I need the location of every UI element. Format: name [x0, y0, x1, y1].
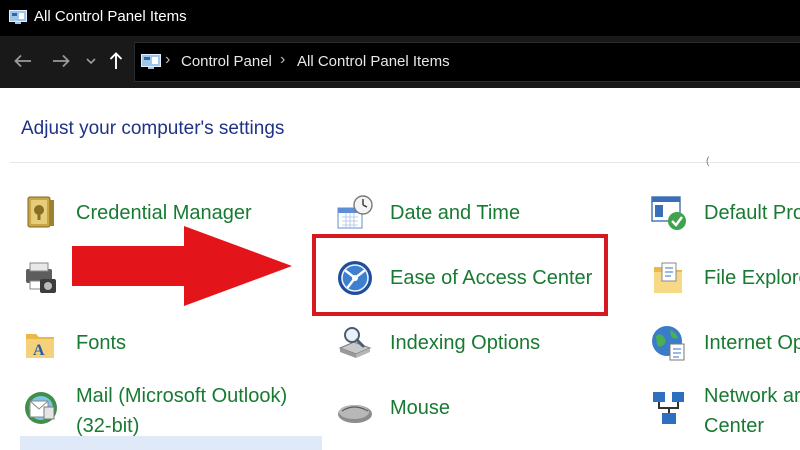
- back-button[interactable]: [10, 46, 36, 76]
- back-arrow-icon: [14, 54, 31, 68]
- breadcrumb-separator[interactable]: ›: [165, 51, 170, 69]
- item-file-explorer-options[interactable]: File Explore: [650, 255, 800, 299]
- mail-icon: [25, 392, 57, 424]
- item-label: Credential Manager: [76, 202, 252, 224]
- highlight-box: [312, 234, 608, 316]
- item-label: Default Pro: [704, 202, 800, 224]
- item-label: Network ar Center: [704, 381, 800, 441]
- forward-arrow-icon: [53, 54, 70, 68]
- item-mail[interactable]: Mail (Microsoft Outlook) (32-bit): [22, 385, 312, 437]
- recent-locations-button[interactable]: [82, 46, 100, 76]
- page-heading: Adjust your computer's settings: [21, 118, 285, 139]
- divider: [10, 162, 800, 163]
- item-mouse[interactable]: Mouse: [336, 385, 576, 429]
- file-explorer-options-icon: [654, 262, 682, 293]
- item-indexing-options[interactable]: Indexing Options: [336, 320, 576, 364]
- internet-options-icon: [652, 326, 685, 361]
- chevron-down-icon: [86, 58, 96, 65]
- item-label: File Explore: [704, 267, 800, 289]
- window-title: All Control Panel Items: [34, 8, 187, 25]
- scroll-hint-mark: (: [706, 156, 710, 167]
- item-label: Internet Op: [704, 332, 800, 354]
- devices-printers-icon: [26, 262, 56, 293]
- item-date-and-time[interactable]: Date and Time: [336, 190, 576, 234]
- breadcrumb-control-panel[interactable]: Control Panel: [181, 53, 272, 70]
- network-sharing-icon: [653, 392, 684, 424]
- control-panel-icon: [9, 10, 27, 24]
- up-arrow-icon: [109, 52, 123, 69]
- address-bar[interactable]: › Control Panel › All Control Panel Item…: [134, 42, 800, 82]
- item-network-and-sharing-center[interactable]: Network ar Center: [650, 385, 800, 437]
- forward-button[interactable]: [48, 46, 74, 76]
- title-bar: All Control Panel Items: [0, 0, 800, 36]
- default-programs-icon: [651, 196, 686, 230]
- mouse-icon: [338, 405, 372, 423]
- breadcrumb-separator[interactable]: ›: [280, 51, 285, 69]
- item-label: Indexing Options: [390, 332, 541, 354]
- item-label: Date and Time: [390, 202, 521, 224]
- fonts-folder-icon: A: [26, 334, 54, 359]
- date-time-icon: [337, 195, 373, 229]
- item-label-line-2: Center: [704, 415, 765, 437]
- breadcrumb-all-items[interactable]: All Control Panel Items: [297, 53, 450, 70]
- credential-manager-icon: [27, 196, 54, 228]
- item-label-line-1: Mail (Microsoft Outlook): [76, 385, 288, 407]
- control-panel-icon: [141, 54, 161, 69]
- item-default-programs[interactable]: Default Pro: [650, 190, 800, 234]
- item-label: Mail (Microsoft Outlook) (32-bit): [76, 381, 287, 441]
- red-arrow-annotation: [72, 226, 292, 306]
- item-label-line-2: (32-bit): [76, 415, 140, 437]
- hover-highlight: [20, 436, 322, 450]
- item-internet-options[interactable]: Internet Op: [650, 320, 800, 364]
- item-fonts[interactable]: A Fonts: [22, 320, 282, 364]
- item-label-line-1: Network ar: [704, 385, 800, 407]
- up-button[interactable]: [104, 46, 128, 76]
- svg-text:A: A: [33, 342, 45, 359]
- item-label: Fonts: [76, 332, 127, 354]
- navigation-bar: › Control Panel › All Control Panel Item…: [0, 36, 800, 88]
- item-label: Mouse: [390, 397, 451, 419]
- indexing-options-icon: [338, 327, 372, 358]
